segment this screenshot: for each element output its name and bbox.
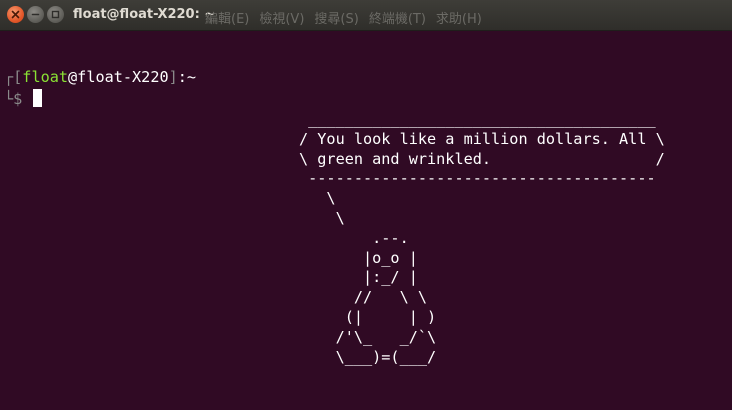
prompt-host: float-X220 bbox=[77, 68, 169, 86]
window-title: float@float-X220: ~ bbox=[73, 7, 216, 22]
menu-search[interactable]: 搜尋(S) bbox=[314, 12, 358, 27]
prompt-dollar: └$ bbox=[4, 90, 32, 108]
output-line: \ green and wrinkled. / bbox=[299, 149, 665, 168]
text-cursor bbox=[33, 89, 43, 107]
command-line[interactable]: └$ bbox=[4, 89, 43, 110]
close-icon bbox=[11, 10, 20, 19]
output-line: ______________________________________ bbox=[308, 110, 656, 128]
output-line: \ bbox=[335, 208, 345, 227]
output-line: |:_/ | bbox=[363, 268, 418, 287]
output-line: \___)=(___/ bbox=[299, 347, 437, 366]
prompt-path: :~ bbox=[177, 68, 197, 86]
menu-help[interactable]: 求助(H) bbox=[436, 12, 482, 27]
prompt-at: @ bbox=[68, 68, 78, 86]
menu-bar: 編輯(E) 檢視(V) 搜尋(S) 終端機(T) 求助(H) bbox=[205, 8, 492, 27]
output-line: /'\_ _/`\ bbox=[335, 327, 437, 346]
output-line: / You look like a million dollars. All \ bbox=[299, 129, 665, 148]
maximize-icon bbox=[51, 10, 60, 19]
minimize-button[interactable] bbox=[27, 6, 44, 23]
menu-view[interactable]: 檢視(V) bbox=[259, 12, 304, 27]
cowsay-output: ______________________________________ /… bbox=[299, 110, 665, 367]
output-line: .--. bbox=[372, 228, 409, 247]
maximize-button[interactable] bbox=[47, 6, 64, 23]
terminal-window: float@float-X220: ~ 編輯(E) 檢視(V) 搜尋(S) 終端機(T… bbox=[0, 0, 732, 410]
output-line: (| | ) bbox=[344, 307, 437, 326]
prompt-line: ┌[float@float-X220]:~ bbox=[4, 68, 196, 88]
title-bar[interactable]: float@float-X220: ~ 編輯(E) 檢視(V) 搜尋(S) 終端機(T… bbox=[0, 0, 732, 31]
prompt-open-bracket: ┌[ bbox=[4, 68, 23, 86]
prompt-user: float bbox=[22, 68, 69, 86]
output-line: // \ \ bbox=[353, 288, 428, 307]
minimize-icon bbox=[31, 13, 40, 16]
terminal-area[interactable]: ┌[float@float-X220]:~ └$ _______________… bbox=[0, 31, 732, 410]
menu-terminal[interactable]: 終端機(T) bbox=[369, 12, 426, 27]
prompt-close-bracket: ] bbox=[168, 68, 178, 86]
output-line: |o_o | bbox=[363, 248, 418, 267]
menu-edit[interactable]: 編輯(E) bbox=[205, 12, 249, 27]
output-line: -------------------------------------- bbox=[308, 169, 656, 188]
close-button[interactable] bbox=[7, 6, 24, 23]
output-line: \ bbox=[326, 189, 336, 208]
